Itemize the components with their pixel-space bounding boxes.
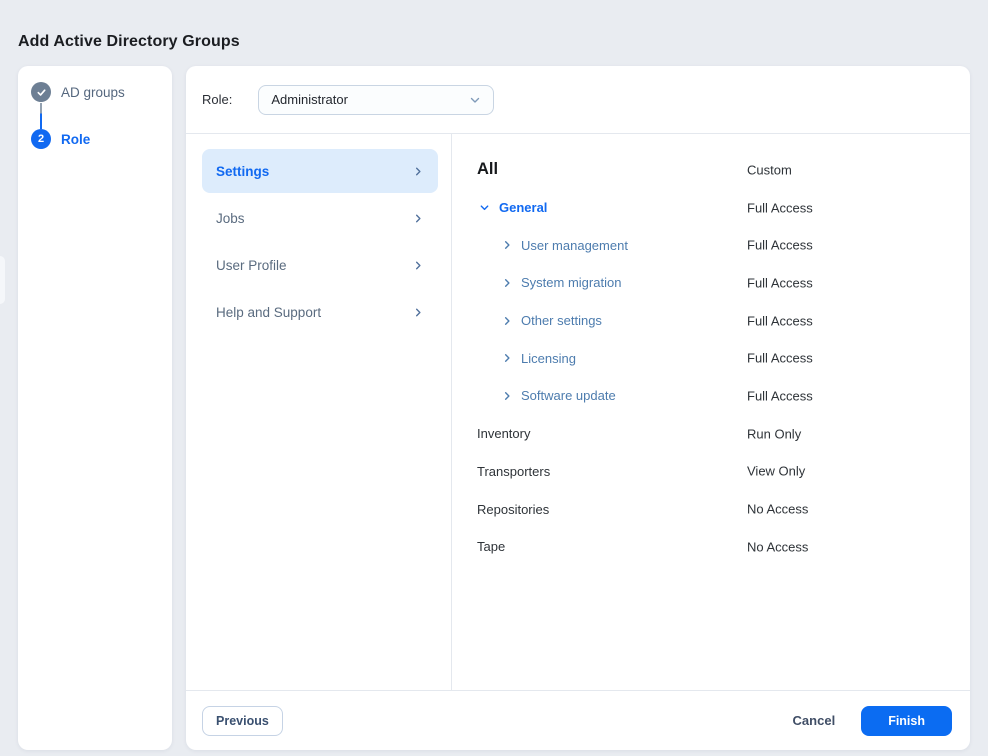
permission-row-software-update: Software update Full Access (477, 377, 950, 415)
role-step-panel: Role: Administrator Settings Jobs User Pro… (186, 66, 970, 750)
category-menu-item-jobs[interactable]: Jobs (202, 196, 438, 240)
role-selector-row: Role: Administrator (186, 66, 970, 133)
category-menu-label: Settings (216, 164, 413, 179)
chevron-down-icon[interactable] (479, 202, 490, 213)
category-menu-item-help-and-support[interactable]: Help and Support (202, 290, 438, 334)
permission-label: Inventory (477, 426, 530, 441)
chevron-down-icon (469, 94, 481, 106)
permission-label[interactable]: Licensing (521, 351, 576, 366)
permission-row-system-migration: System migration Full Access (477, 264, 950, 302)
chevron-right-icon (413, 260, 424, 271)
role-select[interactable]: Administrator (258, 85, 494, 115)
wizard-step-ad-groups[interactable]: AD groups (31, 82, 125, 102)
step-connector-line (40, 103, 42, 129)
permission-access-value[interactable]: No Access (747, 539, 808, 554)
permission-row-other-settings: Other settings Full Access (477, 302, 950, 340)
permission-label[interactable]: User management (521, 238, 628, 253)
cancel-button[interactable]: Cancel (793, 713, 836, 728)
left-edge-notch (0, 256, 5, 304)
chevron-right-icon (413, 213, 424, 224)
permission-access-value[interactable]: Full Access (747, 238, 813, 253)
permission-label: All (477, 160, 498, 179)
permission-access-value[interactable]: Full Access (747, 388, 813, 403)
wizard-steps-panel: AD groups 2 Role (18, 66, 172, 750)
permission-access-value[interactable]: Full Access (747, 351, 813, 366)
permission-row-general: General Full Access (477, 189, 950, 227)
role-label: Role: (202, 92, 232, 107)
permission-label: Tape (477, 539, 505, 554)
step-completed-check-icon (31, 82, 51, 102)
category-menu-item-settings[interactable]: Settings (202, 149, 438, 193)
permission-access-value[interactable]: View Only (747, 464, 805, 479)
permission-label[interactable]: System migration (521, 275, 621, 290)
permissions-panel: AllCustomGeneralFull AccessUser manageme… (452, 134, 970, 690)
permission-label: Transporters (477, 464, 550, 479)
step-number-badge: 2 (31, 129, 51, 149)
finish-button[interactable]: Finish (861, 706, 952, 736)
chevron-right-icon[interactable] (502, 315, 513, 326)
permission-row-tape: Tape No Access (477, 528, 950, 566)
chevron-right-icon[interactable] (502, 390, 513, 401)
permission-row-transporters: Transporters View Only (477, 453, 950, 491)
step-label: AD groups (61, 85, 125, 100)
permission-row-all: All Custom (477, 151, 950, 189)
category-menu: Settings Jobs User Profile Help and Support (186, 134, 451, 690)
permission-label[interactable]: General (499, 200, 547, 215)
role-select-value: Administrator (271, 92, 469, 107)
permission-row-licensing: Licensing Full Access (477, 339, 950, 377)
wizard-footer: Previous Cancel Finish (186, 690, 970, 750)
chevron-right-icon (413, 166, 424, 177)
permission-access-value[interactable]: No Access (747, 502, 808, 517)
permission-label[interactable]: Other settings (521, 313, 602, 328)
permission-access-value[interactable]: Full Access (747, 275, 813, 290)
category-menu-label: Jobs (216, 211, 413, 226)
permission-row-inventory: Inventory Run Only (477, 415, 950, 453)
step-label: Role (61, 132, 90, 147)
permission-row-user-management: User management Full Access (477, 226, 950, 264)
chevron-right-icon[interactable] (502, 277, 513, 288)
chevron-right-icon (413, 307, 424, 318)
category-menu-item-user-profile[interactable]: User Profile (202, 243, 438, 287)
permission-label[interactable]: Software update (521, 388, 616, 403)
permission-row-repositories: Repositories No Access (477, 490, 950, 528)
permission-access-value[interactable]: Custom (747, 162, 792, 177)
previous-button[interactable]: Previous (202, 706, 283, 736)
wizard-step-role[interactable]: 2 Role (31, 129, 90, 149)
chevron-right-icon[interactable] (502, 353, 513, 364)
category-menu-label: User Profile (216, 258, 413, 273)
permission-label: Repositories (477, 502, 549, 517)
page-title: Add Active Directory Groups (18, 33, 240, 51)
permission-access-value[interactable]: Run Only (747, 426, 801, 441)
chevron-right-icon[interactable] (502, 240, 513, 251)
permission-access-value[interactable]: Full Access (747, 200, 813, 215)
permission-access-value[interactable]: Full Access (747, 313, 813, 328)
category-menu-label: Help and Support (216, 305, 413, 320)
role-content: Settings Jobs User Profile Help and Support… (186, 134, 970, 690)
